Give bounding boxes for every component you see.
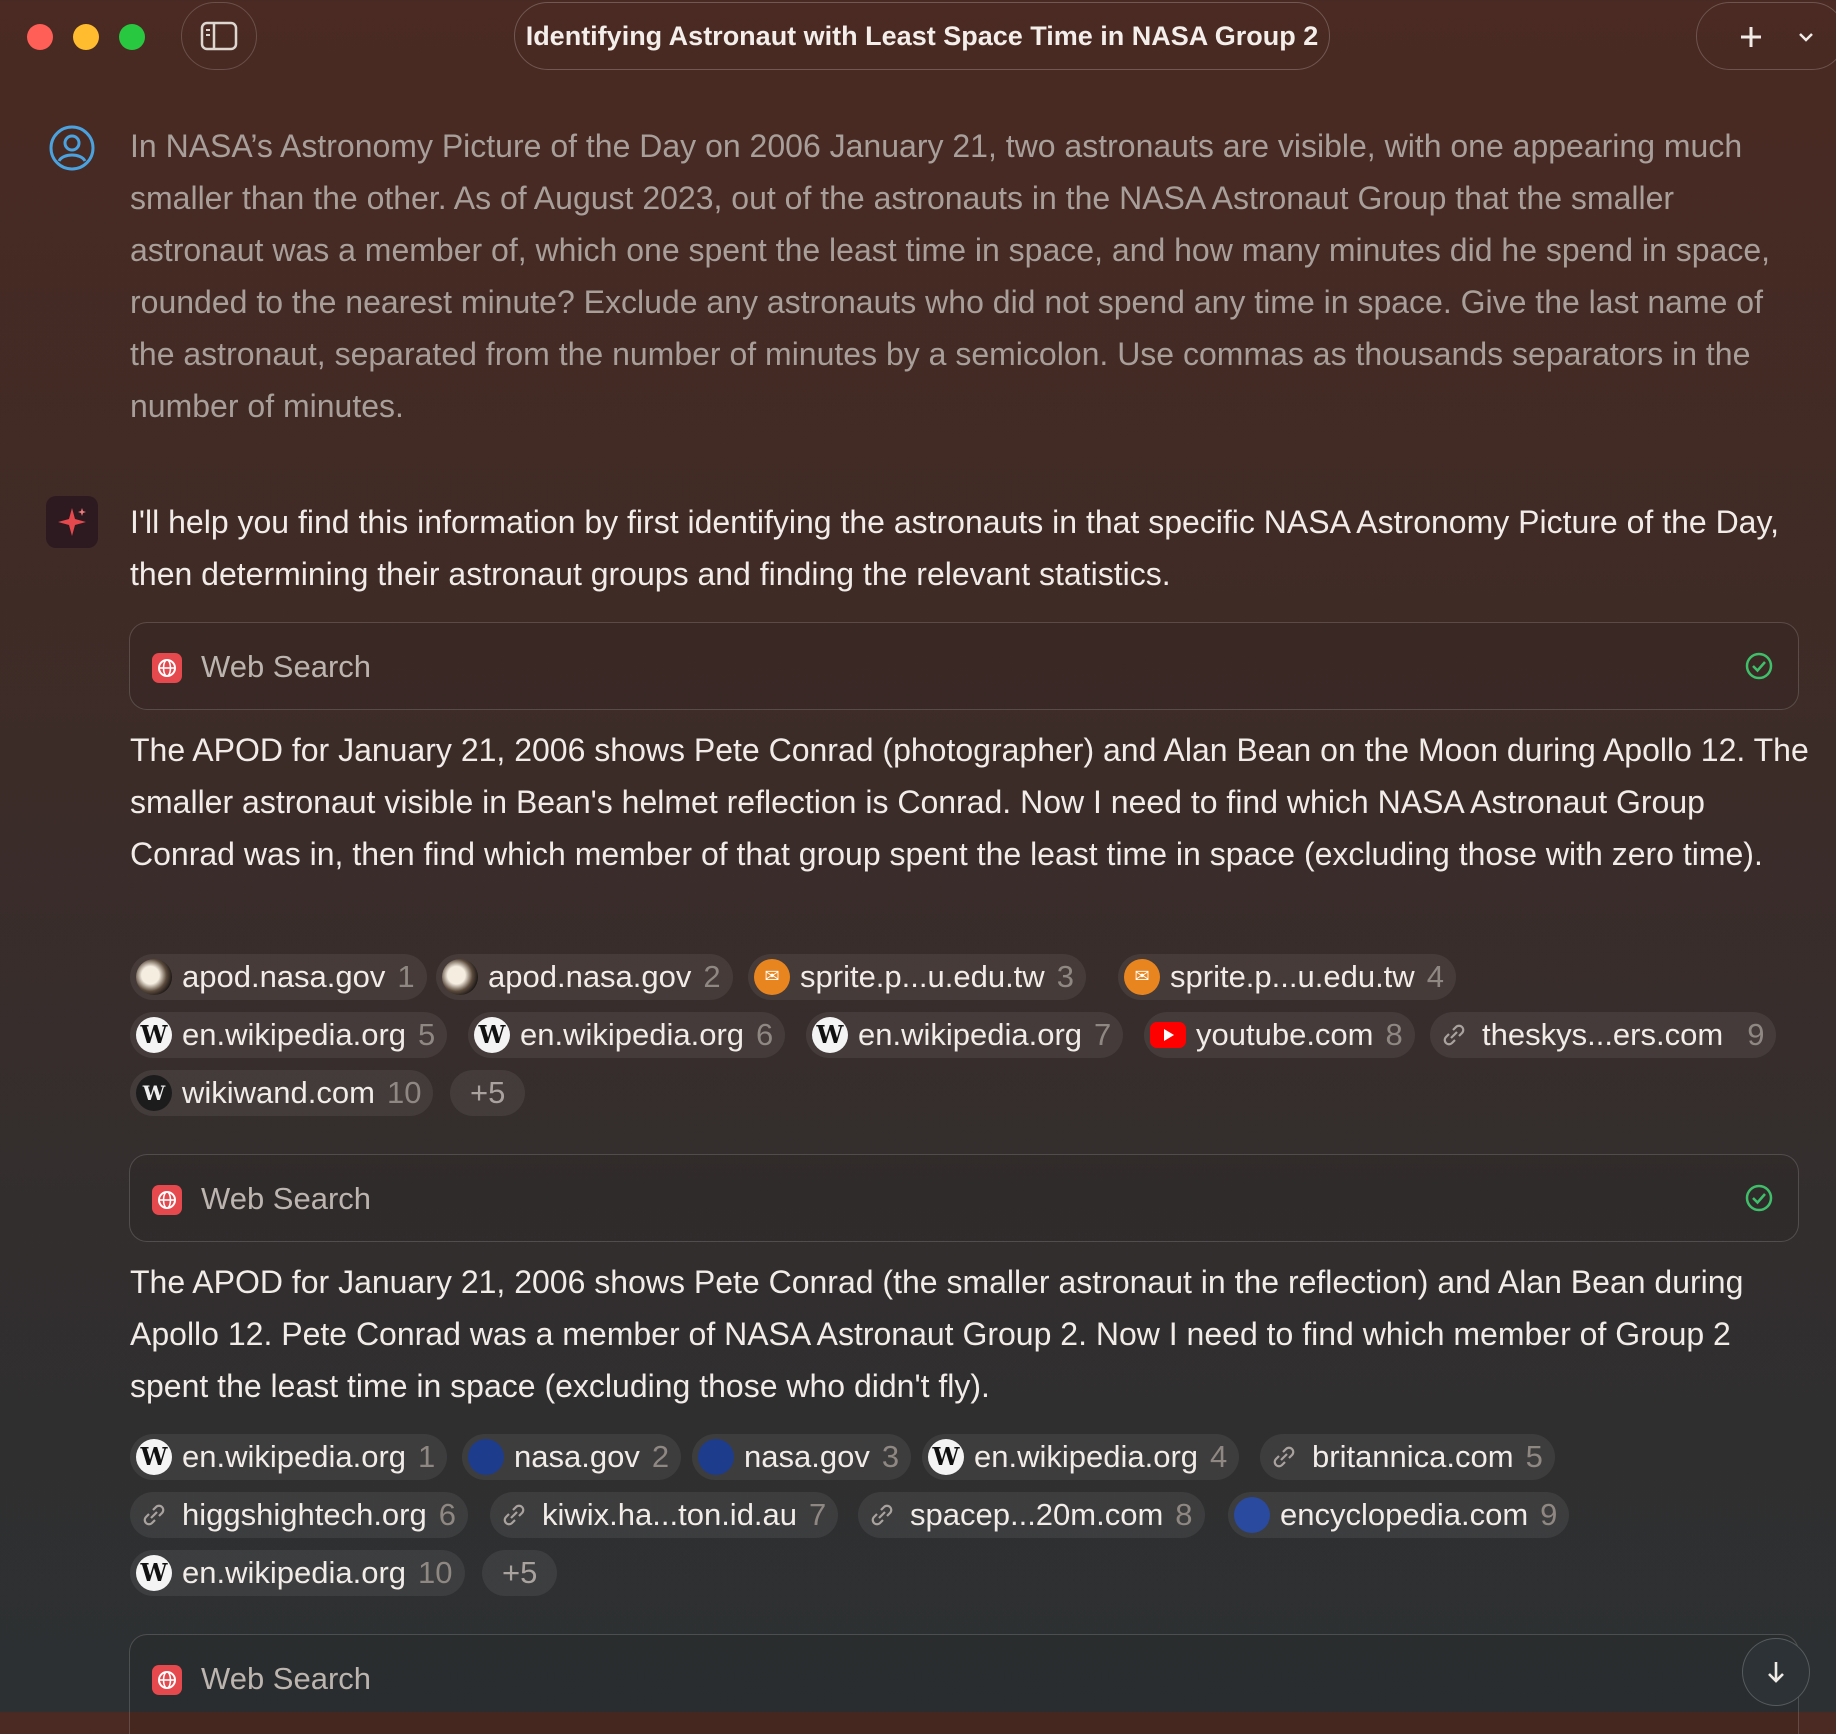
wikipedia-icon: W — [136, 1017, 172, 1053]
source-chip[interactable]: encyclopedia.com 9 — [1228, 1492, 1570, 1538]
wikipedia-icon: W — [136, 1439, 172, 1475]
more-sources-button[interactable]: +5 — [450, 1070, 526, 1116]
link-icon — [1436, 1017, 1472, 1053]
source-chip[interactable]: spacep...20m.com 8 — [858, 1492, 1205, 1538]
wikipedia-icon: W — [928, 1439, 964, 1475]
tool-label: Web Search — [201, 1181, 372, 1216]
web-search-tool-card-3[interactable]: Web Search — [129, 1634, 1799, 1734]
source-chip[interactable]: nasa.gov 3 — [692, 1434, 912, 1480]
tool-label: Web Search — [201, 649, 372, 684]
wikipedia-icon: W — [136, 1555, 172, 1591]
assistant-intro: I'll help you find this information by f… — [130, 504, 1779, 592]
zoom-window-button[interactable] — [119, 24, 145, 50]
source-chip[interactable]: Wen.wikipedia.org 6 — [468, 1012, 786, 1058]
tool-label: Web Search — [201, 1661, 372, 1696]
web-search-tool-card-2[interactable]: Web Search — [129, 1154, 1799, 1242]
new-chat-control[interactable] — [1696, 2, 1836, 70]
minimize-window-button[interactable] — [73, 24, 99, 50]
link-icon — [864, 1497, 900, 1533]
source-chip[interactable]: Wen.wikipedia.org 5 — [130, 1012, 448, 1058]
source-chip[interactable]: Wen.wikipedia.org 4 — [922, 1434, 1240, 1480]
sprite-site-icon: ✉ — [754, 959, 790, 995]
source-chip[interactable]: kiwix.ha...ton.id.au 7 — [490, 1492, 839, 1538]
encyclopedia-icon — [1234, 1497, 1270, 1533]
nasa-icon — [698, 1439, 734, 1475]
user-message: In NASA’s Astronomy Picture of the Day o… — [130, 128, 1771, 424]
globe-icon — [152, 653, 182, 683]
source-chip[interactable]: Wwikiwand.com 10 — [130, 1070, 434, 1116]
more-sources-button[interactable]: +5 — [482, 1550, 558, 1596]
chevron-down-icon[interactable] — [1795, 27, 1817, 47]
web-search-tool-card-1[interactable]: Web Search — [129, 622, 1799, 710]
apod-icon — [442, 959, 478, 995]
title-bar: Identifying Astronaut with Least Space T… — [0, 0, 1836, 72]
source-chip[interactable]: higgshightech.org 6 — [130, 1492, 468, 1538]
close-window-button[interactable] — [27, 24, 53, 50]
youtube-icon — [1150, 1017, 1186, 1053]
sidebar-toggle-button[interactable] — [181, 2, 257, 70]
check-circle-icon — [1745, 1184, 1773, 1212]
apod-icon — [136, 959, 172, 995]
source-chip[interactable]: ✉ sprite.p...u.edu.tw 3 — [748, 954, 1086, 1000]
conversation-title[interactable]: Identifying Astronaut with Least Space T… — [514, 2, 1330, 70]
assistant-avatar — [46, 496, 98, 548]
source-chip[interactable]: youtube.com 8 — [1144, 1012, 1415, 1058]
source-chip[interactable]: Wen.wikipedia.org 10 — [130, 1550, 465, 1596]
wikiwand-icon: W — [136, 1075, 172, 1111]
globe-icon — [152, 1665, 182, 1695]
wikipedia-icon: W — [812, 1017, 848, 1053]
arrow-down-icon — [1768, 1662, 1784, 1683]
source-chip[interactable]: theskys...ers.com 9 — [1430, 1012, 1777, 1058]
source-chip[interactable]: nasa.gov 2 — [462, 1434, 682, 1480]
search-result-text-2: The APOD for January 21, 2006 shows Pete… — [130, 1264, 1744, 1404]
link-icon — [1266, 1439, 1302, 1475]
source-chip[interactable]: ✉ sprite.p...u.edu.tw 4 — [1118, 954, 1456, 1000]
globe-icon — [152, 1185, 182, 1215]
link-icon — [136, 1497, 172, 1533]
source-chip[interactable]: Wen.wikipedia.org 1 — [130, 1434, 448, 1480]
source-chip[interactable]: apod.nasa.gov 2 — [436, 954, 733, 1000]
source-chip[interactable]: Wen.wikipedia.org 7 — [806, 1012, 1124, 1058]
source-chip[interactable]: britannica.com 5 — [1260, 1434, 1555, 1480]
sidebar-toggle-icon — [200, 21, 238, 51]
plus-icon[interactable] — [1731, 17, 1771, 57]
source-chip[interactable]: apod.nasa.gov 1 — [130, 954, 427, 1000]
check-circle-icon — [1745, 652, 1773, 680]
user-avatar-icon — [49, 125, 95, 171]
link-icon — [496, 1497, 532, 1533]
scroll-to-bottom-button[interactable] — [1742, 1638, 1810, 1706]
search-result-text-1: The APOD for January 21, 2006 shows Pete… — [130, 732, 1809, 872]
sparkle-icon — [58, 508, 86, 536]
nasa-icon — [468, 1439, 504, 1475]
sprite-site-icon: ✉ — [1124, 959, 1160, 995]
wikipedia-icon: W — [474, 1017, 510, 1053]
